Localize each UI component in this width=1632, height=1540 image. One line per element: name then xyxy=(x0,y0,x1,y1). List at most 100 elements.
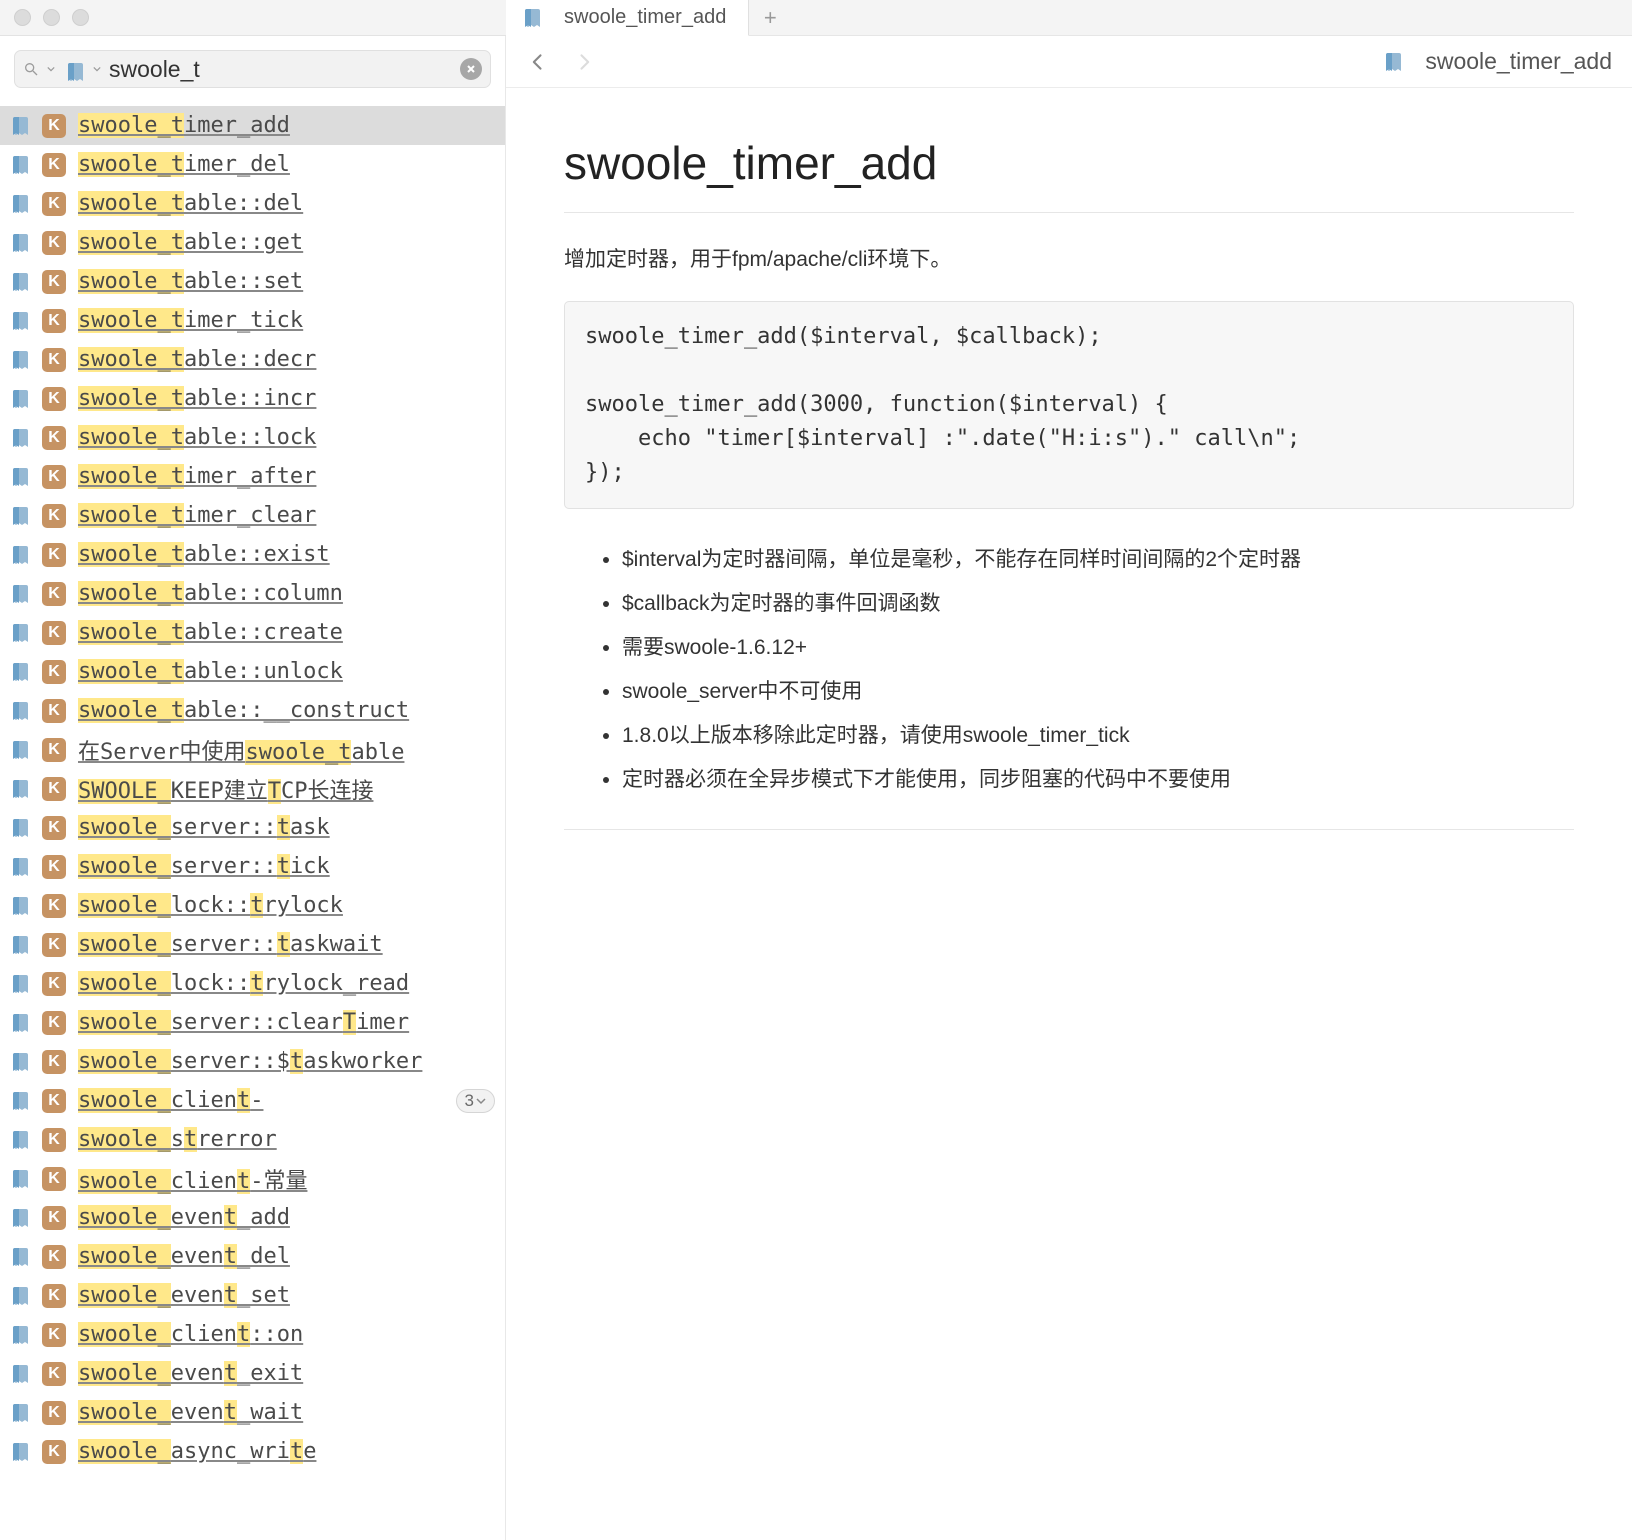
doc-bullet: $interval为定时器间隔，单位是毫秒，不能存在同样时间间隔的2个定时器 xyxy=(622,543,1574,573)
book-icon xyxy=(6,1126,34,1154)
book-icon xyxy=(6,424,34,452)
search-result-item[interactable]: K SWOOLE_KEEP建立TCP长连接 xyxy=(0,769,505,808)
search-result-label: swoole_table::__construct xyxy=(78,698,409,723)
divider xyxy=(564,829,1574,830)
kind-badge: K xyxy=(42,231,66,255)
kind-badge: K xyxy=(42,192,66,216)
nav-forward-button[interactable] xyxy=(572,50,596,74)
book-icon xyxy=(6,1321,34,1349)
search-result-item[interactable]: Kswoole_timer_add xyxy=(0,106,505,145)
search-result-item[interactable]: Kswoole_server::clearTimer xyxy=(0,1003,505,1042)
traffic-light-minimize[interactable] xyxy=(43,9,60,26)
book-icon xyxy=(6,190,34,218)
book-icon xyxy=(6,970,34,998)
search-result-item[interactable]: Kswoole_timer_after xyxy=(0,457,505,496)
search-result-item[interactable]: K在Server中使用swoole_table xyxy=(0,730,505,769)
kind-badge: K xyxy=(42,777,66,801)
clear-search-button[interactable] xyxy=(460,58,482,80)
book-icon xyxy=(6,268,34,296)
book-icon xyxy=(6,775,34,803)
kind-badge: K xyxy=(42,387,66,411)
search-result-label: swoole_lock::trylock_read xyxy=(78,971,409,996)
search-result-item[interactable]: Kswoole_table::get xyxy=(0,223,505,262)
search-input[interactable] xyxy=(109,56,452,83)
kind-badge: K xyxy=(42,1011,66,1035)
search-result-item[interactable]: Kswoole_table::__construct xyxy=(0,691,505,730)
search-result-label: SWOOLE_KEEP建立TCP长连接 xyxy=(78,773,373,805)
search-result-label: swoole_server::$taskworker xyxy=(78,1049,422,1074)
search-result-item[interactable]: Kswoole_strerror xyxy=(0,1120,505,1159)
kind-badge: K xyxy=(42,1245,66,1269)
result-count-badge[interactable]: 3 xyxy=(456,1089,495,1113)
search-icon xyxy=(23,61,39,77)
search-result-item[interactable]: Kswoole_event_exit xyxy=(0,1354,505,1393)
search-result-item[interactable]: Kswoole_table::del xyxy=(0,184,505,223)
search-result-item[interactable]: Kswoole_table::set xyxy=(0,262,505,301)
book-icon xyxy=(6,580,34,608)
search-result-label: swoole_server::task xyxy=(78,815,330,840)
search-result-item[interactable]: Kswoole_client-3 xyxy=(0,1081,505,1120)
search-results: Kswoole_timer_addKswoole_timer_delKswool… xyxy=(0,106,505,1540)
book-icon xyxy=(6,1438,34,1466)
book-icon xyxy=(6,346,34,374)
traffic-light-zoom[interactable] xyxy=(72,9,89,26)
book-icon xyxy=(6,307,34,335)
search-result-item[interactable]: Kswoole_timer_clear xyxy=(0,496,505,535)
search-result-item[interactable]: Kswoole_server::$taskworker xyxy=(0,1042,505,1081)
search-result-item[interactable]: Kswoole_server::tick xyxy=(0,847,505,886)
search-result-item[interactable]: Kswoole_table::lock xyxy=(0,418,505,457)
book-icon xyxy=(6,814,34,842)
search-result-item[interactable]: Kswoole_lock::trylock_read xyxy=(0,964,505,1003)
search-result-item[interactable]: Kswoole_event_del xyxy=(0,1237,505,1276)
book-icon xyxy=(6,619,34,647)
kind-badge: K xyxy=(42,1206,66,1230)
kind-badge: K xyxy=(42,1323,66,1347)
search-result-label: swoole_event_exit xyxy=(78,1361,303,1386)
doc-bullet: 定时器必须在全异步模式下才能使用，同步阻塞的代码中不要使用 xyxy=(622,763,1574,793)
search-result-item[interactable]: Kswoole_table::column xyxy=(0,574,505,613)
kind-badge: K xyxy=(42,1362,66,1386)
search-result-label: swoole_client-常量 xyxy=(78,1163,307,1195)
close-icon xyxy=(466,64,476,74)
nav-bar: swoole_timer_add xyxy=(506,36,1632,88)
book-icon xyxy=(6,229,34,257)
kind-badge: K xyxy=(42,816,66,840)
tab-active[interactable]: swoole_timer_add xyxy=(506,0,749,36)
search-result-label: swoole_client::on xyxy=(78,1322,303,1347)
search-result-item[interactable]: Kswoole_table::exist xyxy=(0,535,505,574)
kind-badge: K xyxy=(42,504,66,528)
search-result-item[interactable]: Kswoole_server::task xyxy=(0,808,505,847)
search-result-item[interactable]: Kswoole_async_write xyxy=(0,1432,505,1471)
search-result-label: swoole_timer_after xyxy=(78,464,316,489)
book-icon xyxy=(6,892,34,920)
book-icon xyxy=(6,697,34,725)
search-result-item[interactable]: Kswoole_client-常量 xyxy=(0,1159,505,1198)
search-result-item[interactable]: Kswoole_table::create xyxy=(0,613,505,652)
traffic-light-close[interactable] xyxy=(14,9,31,26)
search-result-label: swoole_table::incr xyxy=(78,386,316,411)
nav-back-button[interactable] xyxy=(526,50,550,74)
search-result-item[interactable]: Kswoole_server::taskwait xyxy=(0,925,505,964)
book-icon xyxy=(6,1360,34,1388)
book-icon xyxy=(6,1399,34,1427)
search-result-item[interactable]: Kswoole_timer_tick xyxy=(0,301,505,340)
search-result-item[interactable]: Kswoole_client::on xyxy=(0,1315,505,1354)
search-result-label: swoole_server::clearTimer xyxy=(78,1010,409,1035)
search-result-label: swoole_table::create xyxy=(78,620,343,645)
search-result-item[interactable]: Kswoole_table::unlock xyxy=(0,652,505,691)
kind-badge: K xyxy=(42,894,66,918)
search-result-item[interactable]: Kswoole_event_add xyxy=(0,1198,505,1237)
code-block[interactable]: swoole_timer_add($interval, $callback); … xyxy=(564,301,1574,509)
window-titlebar xyxy=(0,0,506,36)
search-result-item[interactable]: Kswoole_table::incr xyxy=(0,379,505,418)
search-result-item[interactable]: Kswoole_event_wait xyxy=(0,1393,505,1432)
search-scope-icon[interactable] xyxy=(63,60,85,78)
search-result-item[interactable]: Kswoole_table::decr xyxy=(0,340,505,379)
kind-badge: K xyxy=(42,1284,66,1308)
search-result-item[interactable]: Kswoole_event_set xyxy=(0,1276,505,1315)
search-box[interactable] xyxy=(14,50,491,88)
kind-badge: K xyxy=(42,114,66,138)
search-result-item[interactable]: Kswoole_lock::trylock xyxy=(0,886,505,925)
search-result-item[interactable]: Kswoole_timer_del xyxy=(0,145,505,184)
new-tab-button[interactable]: + xyxy=(749,0,791,35)
